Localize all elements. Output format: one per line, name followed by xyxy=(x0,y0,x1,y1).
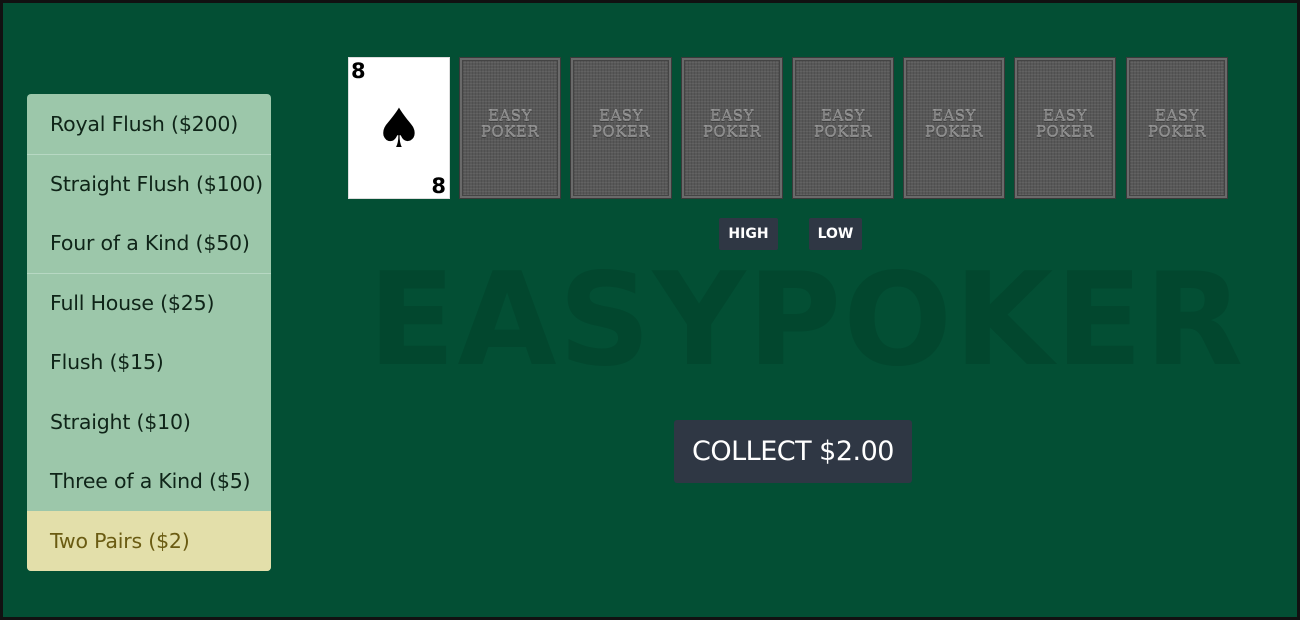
paytable-row-royal-flush: Royal Flush ($200) xyxy=(50,111,239,136)
game-table: EASYPOKER Royal Flush ($200) Straight Fl… xyxy=(0,0,1300,620)
card-back-logo: EASY POKER xyxy=(813,107,873,141)
dealer-card: 8 ♠ 8 xyxy=(348,57,450,199)
card-back-logo: EASY POKER xyxy=(702,107,762,141)
paytable-row-three-of-a-kind: Three of a Kind ($5) xyxy=(50,469,251,494)
card-back-1[interactable]: EASY POKER xyxy=(459,57,561,199)
card-back-3[interactable]: EASY POKER xyxy=(681,57,783,199)
spade-icon: ♠ xyxy=(374,97,424,160)
card-back-4[interactable]: EASY POKER xyxy=(792,57,894,199)
card-back-logo: EASY POKER xyxy=(1147,107,1207,141)
paytable-row-four-of-a-kind: Four of a Kind ($50) xyxy=(50,230,250,255)
paytable-row-two-pairs: Two Pairs ($2) xyxy=(27,511,271,571)
paytable-row-full-house: Full House ($25) xyxy=(27,272,271,333)
collect-button[interactable]: COLLECT $2.00 xyxy=(674,420,912,483)
paytable: Royal Flush ($200) Straight Flush ($100)… xyxy=(27,94,271,571)
paytable-row-flush: Flush ($15) xyxy=(50,350,164,375)
low-button[interactable]: LOW xyxy=(809,218,862,250)
watermark-logo: EASYPOKER xyxy=(368,246,1246,395)
paytable-row-straight: Straight ($10) xyxy=(50,409,191,434)
card-rank-bottom: 8 xyxy=(431,174,446,198)
paytable-row-straight-flush: Straight Flush ($100) xyxy=(27,153,271,214)
high-button[interactable]: HIGH xyxy=(719,218,778,250)
card-back-5[interactable]: EASY POKER xyxy=(903,57,1005,199)
card-back-logo: EASY POKER xyxy=(591,107,651,141)
card-back-logo: EASY POKER xyxy=(1035,107,1095,141)
card-back-6[interactable]: EASY POKER xyxy=(1014,57,1116,199)
card-back-7[interactable]: EASY POKER xyxy=(1126,57,1228,199)
card-back-logo: EASY POKER xyxy=(480,107,540,141)
card-back-2[interactable]: EASY POKER xyxy=(570,57,672,199)
card-back-logo: EASY POKER xyxy=(924,107,984,141)
card-rank-top: 8 xyxy=(351,59,366,83)
